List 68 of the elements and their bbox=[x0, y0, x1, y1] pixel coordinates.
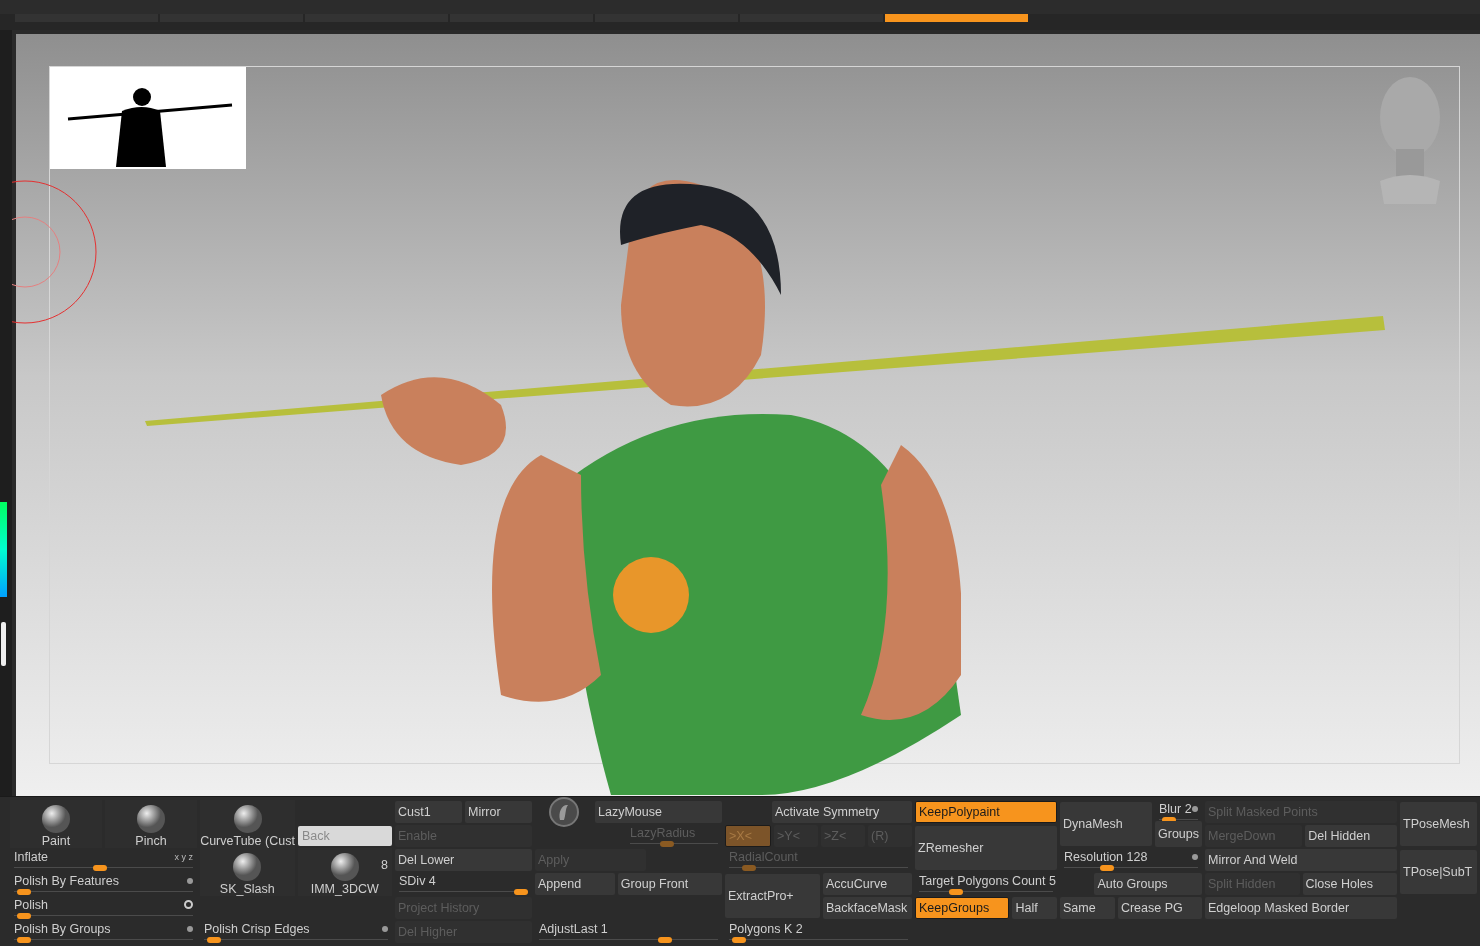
slider-label: Polygons K 2 bbox=[729, 921, 803, 936]
slider-thumb[interactable] bbox=[514, 888, 528, 895]
toggle-dot-icon[interactable] bbox=[1192, 853, 1198, 860]
slider-thumb[interactable] bbox=[17, 936, 32, 943]
slider[interactable]: SDiv 4 bbox=[395, 872, 532, 896]
slider-thumb[interactable] bbox=[17, 888, 32, 895]
tool-button[interactable]: LazyMouse bbox=[595, 801, 722, 823]
tool-button[interactable]: Auto Groups bbox=[1094, 873, 1202, 895]
toggle-dot-icon[interactable] bbox=[187, 925, 193, 932]
tool-button[interactable]: ExtractPro+ bbox=[725, 874, 820, 918]
slider-thumb[interactable] bbox=[207, 936, 222, 943]
slider-label: Blur 2 bbox=[1159, 801, 1192, 816]
slider-thumb[interactable] bbox=[732, 936, 747, 943]
slider-label: Polish bbox=[14, 897, 49, 912]
count-label: 8 bbox=[381, 858, 388, 872]
slider[interactable]: Polish By Features bbox=[10, 872, 197, 896]
tool-button[interactable]: Groups bbox=[1155, 821, 1202, 847]
slider[interactable]: AdjustLast 1 bbox=[535, 920, 722, 944]
slider[interactable]: Polish bbox=[10, 896, 197, 920]
tool-button[interactable]: Del Lower bbox=[395, 849, 532, 871]
tool-button[interactable]: TPose|SubT bbox=[1400, 850, 1477, 894]
sphere-icon bbox=[134, 804, 168, 834]
toggle-dot-icon[interactable] bbox=[1192, 805, 1198, 812]
slider[interactable]: Resolution 128 bbox=[1060, 848, 1202, 872]
slider[interactable]: Polish Crisp Edges bbox=[200, 920, 392, 944]
slider-thumb[interactable] bbox=[657, 936, 672, 943]
slider-label: Polish Crisp Edges bbox=[204, 921, 310, 936]
sphere-icon bbox=[39, 804, 73, 834]
tool-button[interactable]: ZRemesher bbox=[915, 826, 1057, 870]
tool-button[interactable]: Crease PG bbox=[1117, 897, 1202, 919]
toggle-dot-icon[interactable] bbox=[187, 877, 193, 884]
tool-button[interactable]: Edgeloop Masked Border bbox=[1205, 897, 1397, 919]
tool-button[interactable]: Activate Symmetry bbox=[772, 801, 912, 823]
color-swatch[interactable] bbox=[1, 622, 6, 666]
toggle-ring-icon[interactable] bbox=[184, 900, 193, 909]
color-gradient-icon[interactable] bbox=[0, 502, 7, 597]
slider-label: SDiv 4 bbox=[399, 873, 436, 888]
slider[interactable]: Polygons K 2 bbox=[725, 920, 912, 944]
slider-label: Polish By Groups bbox=[14, 921, 111, 936]
slider[interactable]: Target Polygons Count 5 bbox=[915, 872, 1057, 896]
tool-button[interactable]: Append bbox=[535, 873, 615, 895]
slider-thumb[interactable] bbox=[93, 864, 108, 871]
tool-button[interactable]: Del Hidden bbox=[1305, 825, 1397, 847]
slider-thumb[interactable] bbox=[17, 912, 32, 919]
slider-thumb[interactable] bbox=[1100, 864, 1114, 871]
slider-thumb[interactable] bbox=[949, 888, 963, 895]
slider-label: Polish By Features bbox=[14, 873, 119, 888]
toggle-dot-icon[interactable] bbox=[382, 925, 388, 932]
slider-label: Resolution 128 bbox=[1064, 849, 1148, 864]
slider-label: AdjustLast 1 bbox=[539, 921, 608, 936]
tool-button[interactable]: AccuCurve bbox=[823, 873, 912, 895]
tool-button[interactable]: Same bbox=[1060, 897, 1115, 919]
tool-button[interactable]: DynaMesh bbox=[1060, 802, 1152, 846]
tool-button[interactable]: Mirror And Weld bbox=[1205, 849, 1397, 871]
tool-button[interactable]: Group Front bbox=[617, 873, 722, 895]
tool-button[interactable]: KeepGroups bbox=[915, 897, 1010, 919]
tool-button[interactable]: Mirror bbox=[465, 801, 532, 823]
tool-button[interactable]: KeepPolypaint bbox=[915, 801, 1057, 823]
tool-button[interactable]: Close Holes bbox=[1302, 873, 1397, 895]
tool-button[interactable]: Half bbox=[1012, 897, 1057, 919]
tool-button[interactable]: Cust1 bbox=[395, 801, 462, 823]
tool-button[interactable]: TPoseMesh bbox=[1400, 802, 1477, 846]
axis-label: x y z bbox=[174, 851, 193, 862]
slider-label: Target Polygons Count 5 bbox=[919, 873, 1056, 888]
slider[interactable]: Inflate x y z bbox=[10, 848, 197, 872]
tool-button[interactable]: BackfaceMask bbox=[823, 897, 912, 919]
slider-label: Inflate bbox=[14, 849, 49, 864]
slider[interactable]: Polish By Groups bbox=[10, 920, 197, 944]
